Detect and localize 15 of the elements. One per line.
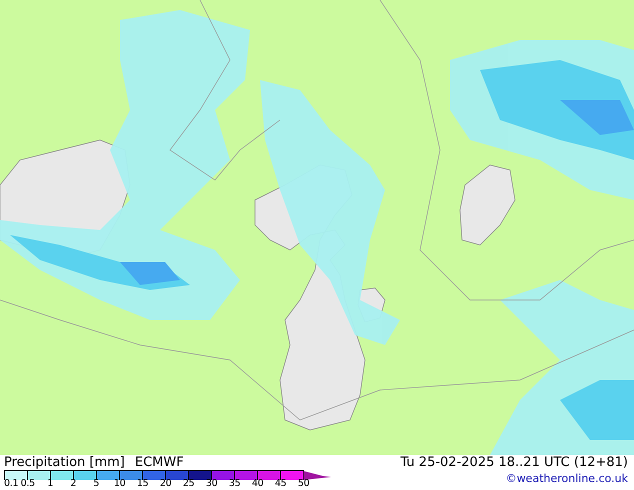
scale-label: 15 [136, 478, 148, 490]
scale-label: 0.5 [20, 478, 35, 490]
model-label: ECMWF [134, 455, 184, 470]
scale-label: 45 [274, 478, 286, 490]
credit-link[interactable]: ©weatheronline.co.uk [506, 472, 628, 485]
scale-label: 10 [114, 478, 126, 490]
chart-title: Precipitation [mm] [4, 455, 125, 470]
valid-time: Tu 25-02-2025 18..21 UTC (12+81) [400, 455, 628, 470]
scale-label: 50 [298, 478, 310, 490]
scale-label: 20 [160, 478, 172, 490]
scale-label: 40 [252, 478, 264, 490]
scale-label: 25 [182, 478, 194, 490]
scale-label: 35 [228, 478, 240, 490]
scale-label: 0.1 [4, 478, 18, 490]
scale-label: 30 [206, 478, 218, 490]
